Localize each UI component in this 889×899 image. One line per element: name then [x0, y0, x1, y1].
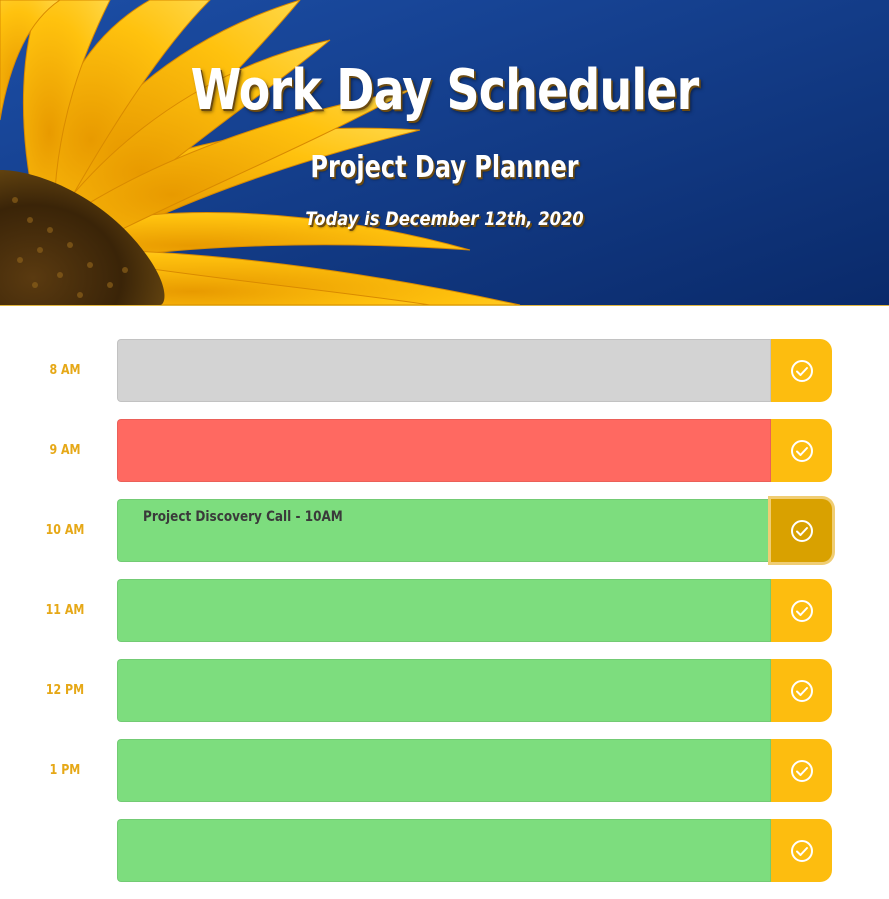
check-circle-icon: [790, 359, 813, 382]
save-button[interactable]: [771, 659, 832, 722]
page-title: Work Day Scheduler: [190, 58, 700, 123]
hour-label: 8 AM: [49, 363, 81, 378]
event-textarea[interactable]: [117, 579, 771, 642]
check-circle-icon: [790, 519, 813, 542]
save-button[interactable]: [771, 579, 832, 642]
check-circle-icon: [790, 439, 813, 462]
hour-label: 9 AM: [49, 443, 81, 458]
time-block-row: 10 AM Project Discovery Call - 10AM: [0, 499, 889, 562]
save-button[interactable]: [771, 499, 832, 562]
time-block-row: [0, 819, 889, 882]
schedule-list: 8 AM 9 AM 10 AM Project Discovery Call -…: [0, 339, 889, 899]
event-textarea[interactable]: [117, 739, 771, 802]
hour-label: [27, 819, 104, 882]
event-textarea[interactable]: [117, 819, 771, 882]
time-block-row: 9 AM: [0, 419, 889, 482]
hour-label: 11 AM: [45, 603, 85, 618]
check-circle-icon: [790, 759, 813, 782]
save-button[interactable]: [771, 419, 832, 482]
event-textarea[interactable]: Project Discovery Call - 10AM: [117, 499, 771, 562]
hero-banner: Work Day Scheduler Project Day Planner T…: [0, 0, 889, 306]
event-textarea[interactable]: [117, 659, 771, 722]
event-textarea[interactable]: [117, 339, 771, 402]
current-date: Today is December 12th, 2020: [305, 208, 584, 230]
check-circle-icon: [790, 839, 813, 862]
check-circle-icon: [790, 679, 813, 702]
time-block-row: 1 PM: [0, 739, 889, 802]
save-button[interactable]: [771, 819, 832, 882]
check-circle-icon: [790, 599, 813, 622]
time-block-row: 8 AM: [0, 339, 889, 402]
save-button[interactable]: [771, 339, 832, 402]
time-block-row: 12 PM: [0, 659, 889, 722]
time-block-row: 11 AM: [0, 579, 889, 642]
save-button[interactable]: [771, 739, 832, 802]
hour-label: 1 PM: [49, 763, 81, 778]
event-text: Project Discovery Call - 10AM: [143, 509, 343, 525]
hour-label: 10 AM: [45, 523, 85, 538]
event-textarea[interactable]: [117, 419, 771, 482]
page-subtitle: Project Day Planner: [310, 150, 579, 185]
hour-label: 12 PM: [45, 683, 85, 698]
hero-text-block: Work Day Scheduler Project Day Planner T…: [0, 0, 889, 305]
